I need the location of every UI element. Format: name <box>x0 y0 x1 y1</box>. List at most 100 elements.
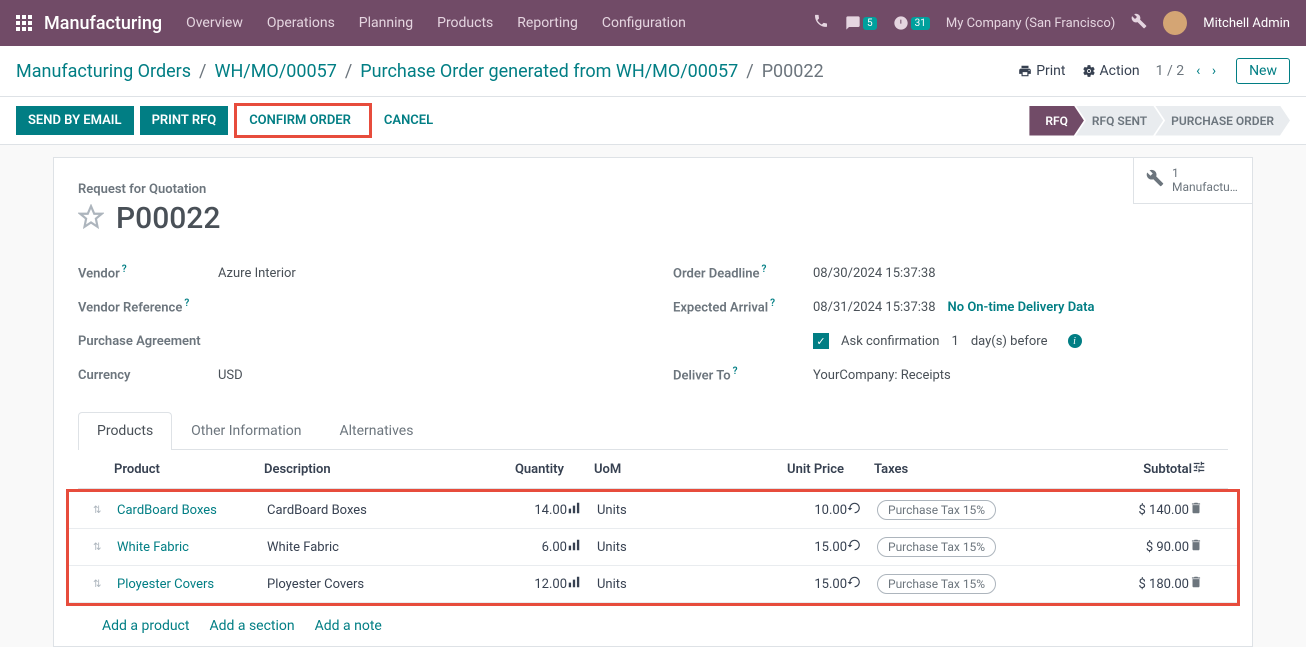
menu-overview[interactable]: Overview <box>186 15 243 31</box>
col-taxes[interactable]: Taxes <box>874 462 1074 477</box>
breadcrumb-root[interactable]: Manufacturing Orders <box>16 61 191 82</box>
star-icon[interactable] <box>78 204 104 234</box>
ask-confirmation-checkbox[interactable]: ✓ <box>813 333 829 349</box>
add-section-link[interactable]: Add a section <box>209 618 294 634</box>
send-email-button[interactable]: SEND BY EMAIL <box>16 106 134 135</box>
record-name: P00022 <box>116 201 220 236</box>
tax-cell[interactable]: Purchase Tax 15% <box>877 537 1077 557</box>
menu-operations[interactable]: Operations <box>267 15 335 31</box>
revert-icon[interactable] <box>847 538 877 556</box>
uom-cell[interactable]: Units <box>597 577 707 592</box>
vendor-ref-label: Vendor Reference? <box>78 298 218 315</box>
confirm-order-button[interactable]: CONFIRM ORDER <box>237 106 363 135</box>
col-description[interactable]: Description <box>264 462 464 477</box>
form-type-label: Request for Quotation <box>78 182 1228 197</box>
unit-price-cell[interactable]: 15.00 <box>707 540 847 555</box>
print-rfq-button[interactable]: PRINT RFQ <box>140 106 229 135</box>
arrival-field[interactable]: 08/31/2024 15:37:38 No On-time Delivery … <box>813 300 1095 315</box>
manufacturing-smart-button[interactable]: 1 Manufactu… <box>1133 157 1253 204</box>
table-row[interactable]: ⇅ Ployester Covers Ployester Covers 12.0… <box>69 566 1237 603</box>
unit-price-cell[interactable]: 15.00 <box>707 577 847 592</box>
col-unit-price[interactable]: Unit Price <box>704 462 844 477</box>
col-subtotal[interactable]: Subtotal <box>1074 462 1192 477</box>
quantity-cell[interactable]: 6.00 <box>467 540 567 555</box>
subtotal-cell: $ 180.00 <box>1077 577 1189 592</box>
forecast-icon[interactable] <box>567 501 597 519</box>
info-icon[interactable]: i <box>1068 334 1082 348</box>
product-cell[interactable]: White Fabric <box>117 540 267 555</box>
description-cell[interactable]: Ployester Covers <box>267 577 467 592</box>
print-button[interactable]: Print <box>1018 63 1065 79</box>
wrench-icon <box>1146 169 1164 191</box>
chat-icon[interactable]: 5 <box>845 15 877 31</box>
status-rfq-sent[interactable]: RFQ SENT <box>1076 106 1163 136</box>
revert-icon[interactable] <box>847 575 877 593</box>
menu-configuration[interactable]: Configuration <box>602 15 686 31</box>
drag-handle-icon[interactable]: ⇅ <box>93 579 117 590</box>
forecast-icon[interactable] <box>567 575 597 593</box>
drag-handle-icon[interactable]: ⇅ <box>93 505 117 516</box>
quantity-cell[interactable]: 12.00 <box>467 577 567 592</box>
tax-cell[interactable]: Purchase Tax 15% <box>877 574 1077 594</box>
pager-prev[interactable]: ‹ <box>1192 63 1204 79</box>
col-quantity[interactable]: Quantity <box>464 462 564 477</box>
activities-icon[interactable]: 31 <box>893 15 930 31</box>
cancel-button[interactable]: CANCEL <box>372 106 445 135</box>
forecast-icon[interactable] <box>567 538 597 556</box>
action-bar: SEND BY EMAIL PRINT RFQ CONFIRM ORDER CA… <box>0 97 1306 145</box>
delete-row-icon[interactable] <box>1189 538 1213 556</box>
currency-field[interactable]: USD <box>218 368 243 383</box>
uom-cell[interactable]: Units <box>597 503 707 518</box>
status-purchase-order[interactable]: PURCHASE ORDER <box>1155 106 1290 136</box>
col-uom[interactable]: UoM <box>594 462 704 477</box>
tab-alternatives[interactable]: Alternatives <box>320 412 432 449</box>
add-note-link[interactable]: Add a note <box>315 618 382 634</box>
quantity-cell[interactable]: 14.00 <box>467 503 567 518</box>
add-product-link[interactable]: Add a product <box>102 618 189 634</box>
breadcrumb-current: P00022 <box>762 61 824 82</box>
tab-products[interactable]: Products <box>78 412 172 450</box>
phone-icon[interactable] <box>813 13 829 33</box>
debug-icon[interactable] <box>1131 13 1147 33</box>
table-row[interactable]: ⇅ White Fabric White Fabric 6.00 Units 1… <box>69 529 1237 566</box>
pager-next[interactable]: › <box>1208 63 1220 79</box>
action-button[interactable]: Action <box>1082 63 1140 79</box>
delete-row-icon[interactable] <box>1189 575 1213 593</box>
app-title[interactable]: Manufacturing <box>44 13 162 34</box>
chat-badge: 5 <box>863 17 877 30</box>
description-cell[interactable]: CardBoard Boxes <box>267 503 467 518</box>
column-settings-icon[interactable] <box>1192 460 1216 478</box>
revert-icon[interactable] <box>847 501 877 519</box>
drag-handle-icon[interactable]: ⇅ <box>93 542 117 553</box>
form-view: 1 Manufactu… Request for Quotation P0002… <box>53 157 1253 647</box>
menu-reporting[interactable]: Reporting <box>517 15 578 31</box>
description-cell[interactable]: White Fabric <box>267 540 467 555</box>
activities-badge: 31 <box>911 17 930 30</box>
main-menu: Overview Operations Planning Products Re… <box>186 15 813 31</box>
new-button[interactable]: New <box>1236 58 1290 84</box>
breadcrumb-mo[interactable]: WH/MO/00057 <box>214 61 336 82</box>
product-cell[interactable]: CardBoard Boxes <box>117 503 267 518</box>
unit-price-cell[interactable]: 10.00 <box>707 503 847 518</box>
arrival-label: Expected Arrival? <box>673 298 813 315</box>
delete-row-icon[interactable] <box>1189 501 1213 519</box>
apps-icon[interactable] <box>16 15 32 31</box>
deadline-label: Order Deadline? <box>673 264 813 281</box>
status-rfq[interactable]: RFQ <box>1029 106 1084 136</box>
deadline-field[interactable]: 08/30/2024 15:37:38 <box>813 266 936 281</box>
user-name[interactable]: Mitchell Admin <box>1203 16 1290 31</box>
col-product[interactable]: Product <box>114 462 264 477</box>
deliver-to-field[interactable]: YourCompany: Receipts <box>813 368 951 383</box>
delivery-data-link[interactable]: No On-time Delivery Data <box>948 300 1095 315</box>
company-selector[interactable]: My Company (San Francisco) <box>946 16 1115 31</box>
menu-products[interactable]: Products <box>437 15 493 31</box>
table-row[interactable]: ⇅ CardBoard Boxes CardBoard Boxes 14.00 … <box>69 492 1237 529</box>
vendor-field[interactable]: Azure Interior <box>218 266 296 281</box>
tax-cell[interactable]: Purchase Tax 15% <box>877 500 1077 520</box>
avatar[interactable] <box>1163 11 1187 35</box>
tab-other-info[interactable]: Other Information <box>172 412 320 449</box>
product-cell[interactable]: Ployester Covers <box>117 577 267 592</box>
uom-cell[interactable]: Units <box>597 540 707 555</box>
breadcrumb-po-list[interactable]: Purchase Order generated from WH/MO/0005… <box>360 61 738 82</box>
menu-planning[interactable]: Planning <box>359 15 413 31</box>
